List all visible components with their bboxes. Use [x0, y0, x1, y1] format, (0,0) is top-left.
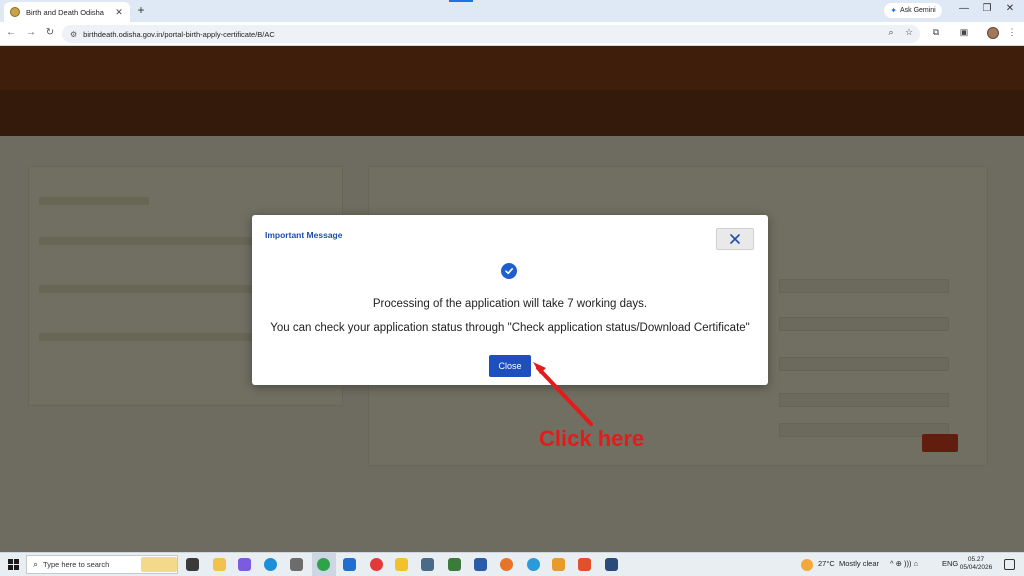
windows-taskbar: ⌕ Type here to search 27°C Mostly clear …: [0, 552, 1024, 576]
firefox-icon[interactable]: [500, 558, 513, 571]
annotation-label: Click here: [539, 426, 645, 451]
browser-menu-icon[interactable]: ⋮: [1005, 27, 1019, 38]
extensions-icon[interactable]: ⧉: [929, 27, 943, 38]
app-icon-blue[interactable]: [421, 558, 434, 571]
bookmark-icon[interactable]: ☆: [902, 27, 916, 38]
language-indicator[interactable]: ENG: [942, 559, 958, 568]
app-icon-navy[interactable]: [605, 558, 618, 571]
browser-tab-bar: Birth and Death Odisha ✕ + ✦ Ask Gemini …: [0, 0, 1024, 22]
profile-avatar[interactable]: [987, 27, 999, 39]
dialog-close-x-button[interactable]: [716, 228, 754, 250]
edge-icon[interactable]: [264, 558, 277, 571]
zoom-icon[interactable]: ⌕: [884, 27, 898, 38]
clock-time: 05.27: [967, 556, 985, 563]
store-icon[interactable]: [290, 558, 303, 571]
dialog-message-processing: Processing of the application will take …: [372, 298, 648, 310]
browser-tab[interactable]: Birth and Death Odisha ✕: [4, 2, 130, 22]
app-icon-cyan[interactable]: [527, 558, 540, 571]
weather-temperature[interactable]: 27°C: [818, 559, 835, 568]
app-icon-red[interactable]: [370, 558, 383, 571]
weather-description[interactable]: Mostly clear: [839, 559, 879, 568]
gemini-icon: ✦: [890, 6, 897, 15]
window-close-button[interactable]: ✕: [1003, 3, 1017, 14]
mail-icon[interactable]: [343, 558, 356, 571]
site-favicon-icon: [10, 7, 20, 17]
address-bar[interactable]: ⚙ birthdeath.odisha.gov.in/portal-birth-…: [62, 25, 920, 43]
site-info-icon[interactable]: ⚙: [70, 30, 77, 39]
app-icon-dark-blue[interactable]: [474, 558, 487, 571]
search-highlight-icon: [141, 557, 177, 572]
chrome-icon[interactable]: [317, 558, 330, 571]
clock-date: 05/04/2026: [959, 564, 993, 571]
new-tab-button[interactable]: +: [134, 3, 148, 17]
url-text[interactable]: birthdeath.odisha.gov.in/portal-birth-ap…: [83, 30, 275, 39]
ask-gemini-button[interactable]: ✦ Ask Gemini: [884, 3, 942, 18]
search-placeholder: Type here to search: [43, 560, 110, 569]
close-button[interactable]: Close: [489, 355, 531, 377]
dialog-title: Important Message: [265, 230, 343, 240]
copilot-icon[interactable]: [238, 558, 251, 571]
app-icon-green[interactable]: [448, 558, 461, 571]
task-view-icon[interactable]: [186, 558, 199, 571]
tab-indicator: [449, 0, 473, 2]
weather-icon[interactable]: [801, 559, 813, 571]
forward-button[interactable]: →: [24, 27, 38, 38]
important-message-dialog: Important Message Processing of the appl…: [252, 215, 768, 385]
close-icon: [730, 234, 740, 244]
address-toolbar: ← → ↻ ⚙ birthdeath.odisha.gov.in/portal-…: [0, 22, 1024, 46]
dialog-message-status: You can check your application status th…: [270, 322, 750, 334]
system-tray-icons[interactable]: ^ ⊕ ))) ⌂: [890, 559, 918, 568]
reload-button[interactable]: ↻: [43, 27, 57, 38]
lightning-app-icon[interactable]: [395, 558, 408, 571]
tab-close-icon[interactable]: ✕: [114, 7, 124, 18]
side-panel-icon[interactable]: ▣: [957, 27, 971, 38]
minimize-button[interactable]: —: [957, 3, 971, 14]
file-explorer-icon[interactable]: [213, 558, 226, 571]
html-app-icon[interactable]: [578, 558, 591, 571]
taskbar-search[interactable]: ⌕ Type here to search: [26, 555, 178, 574]
check-circle-icon: [501, 263, 517, 279]
tab-title: Birth and Death Odisha: [26, 7, 104, 17]
notification-icon[interactable]: [1004, 559, 1015, 570]
back-button[interactable]: ←: [4, 27, 18, 38]
restore-button[interactable]: ❐: [980, 3, 994, 14]
taskbar-clock[interactable]: 05.27 05/04/2026: [958, 556, 994, 572]
blender-icon[interactable]: [552, 558, 565, 571]
ask-gemini-label: Ask Gemini: [899, 7, 936, 14]
search-icon: ⌕: [33, 559, 39, 569]
windows-start-icon[interactable]: [8, 559, 19, 570]
